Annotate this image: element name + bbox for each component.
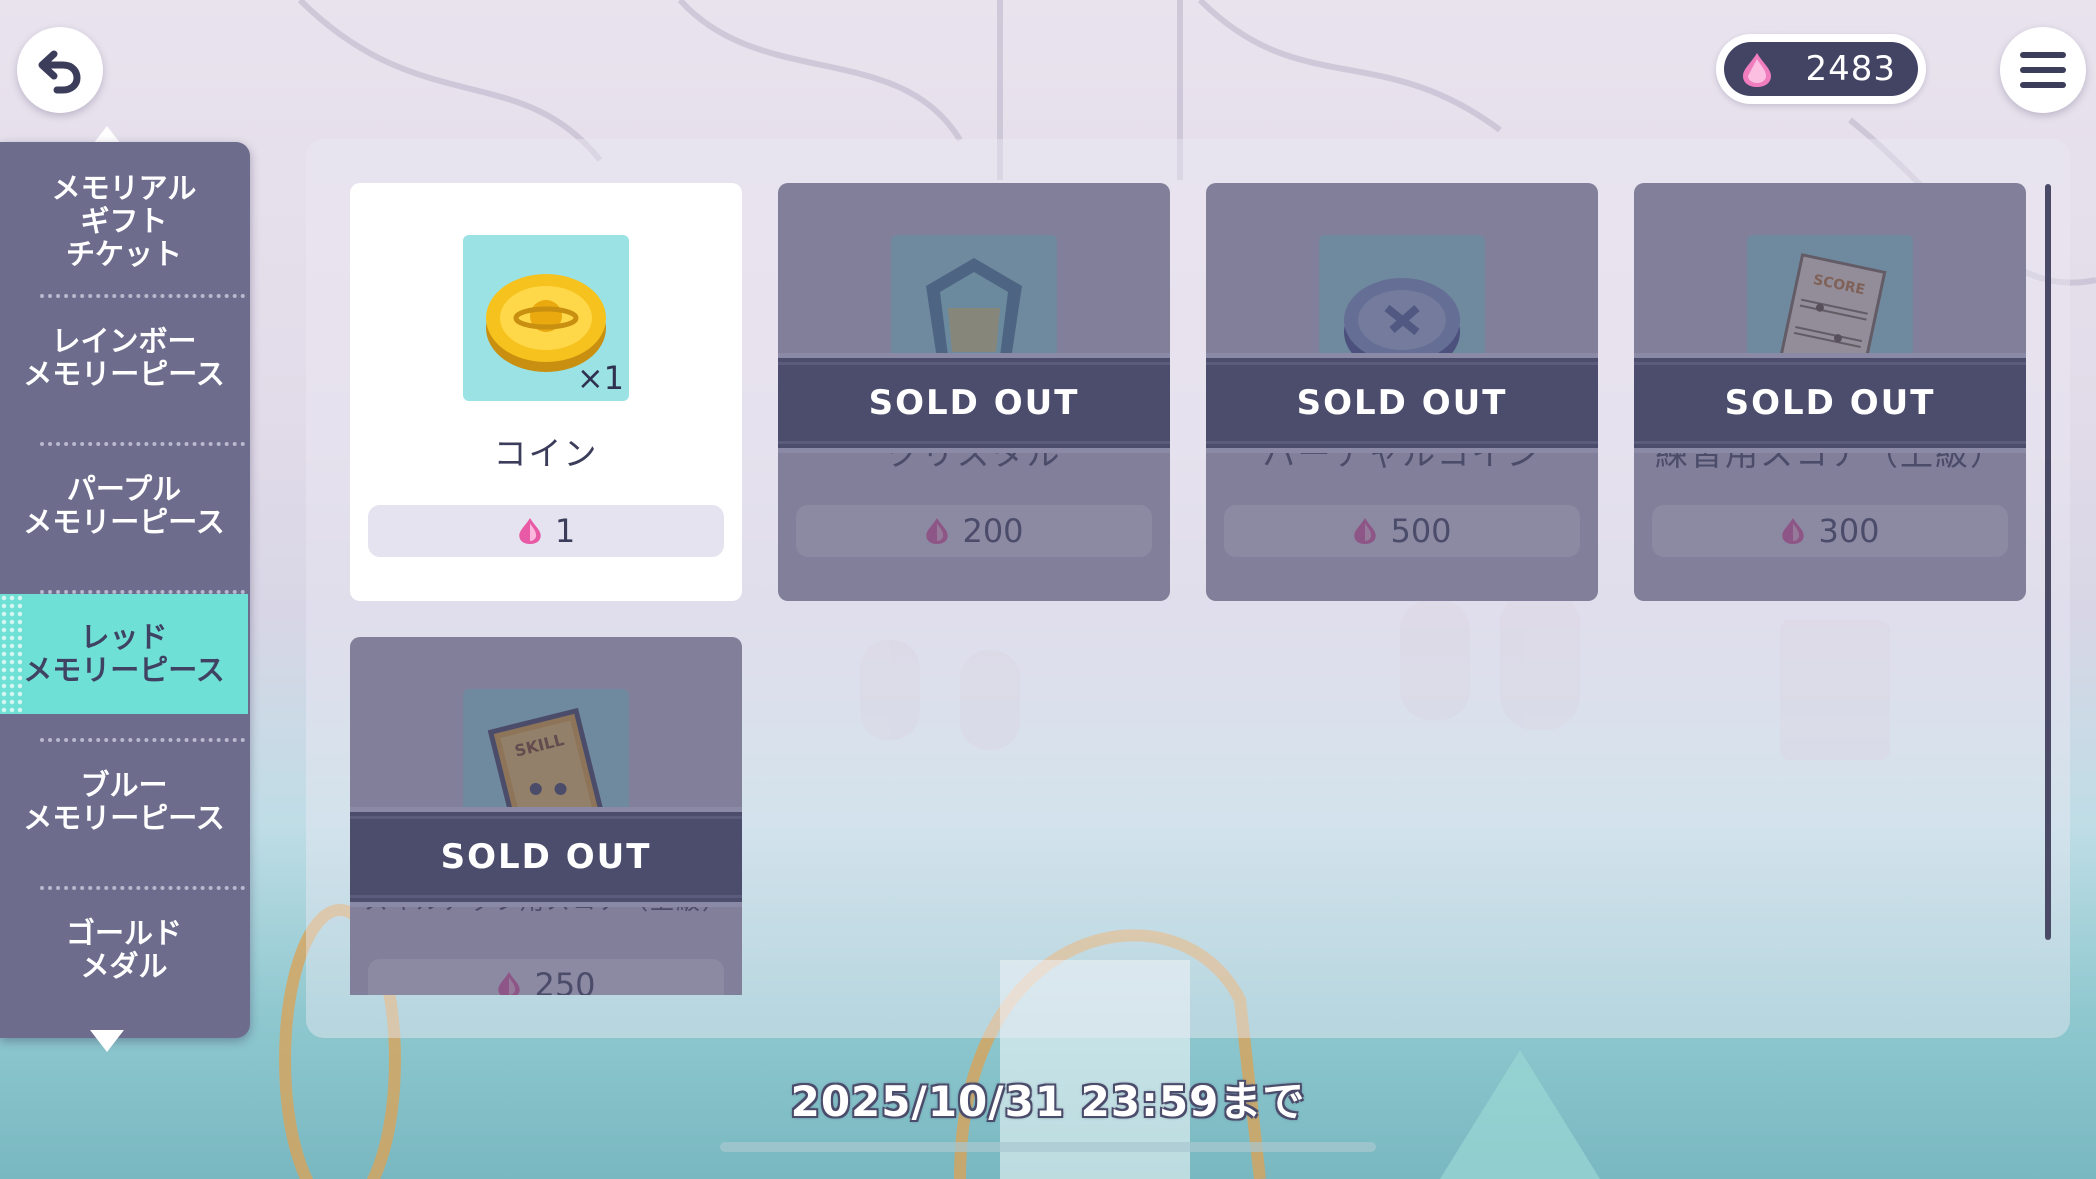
sidebar-item-label: レインボー メモリーピース <box>23 324 225 391</box>
back-button[interactable] <box>17 27 103 113</box>
hamburger-menu-icon <box>2020 52 2066 88</box>
gem-icon <box>1743 53 1771 87</box>
sidebar-item-label: メモリアル ギフト チケット <box>51 170 197 271</box>
home-indicator <box>720 1142 1376 1152</box>
menu-button[interactable] <box>2000 27 2086 113</box>
shop-item-card[interactable]: SCORE×10練習用スコア（上級）300SOLD OUT <box>1634 183 2026 601</box>
sidebar-item-2[interactable]: レインボー メモリーピース <box>0 298 248 418</box>
item-grid: ×1 コイン 1 ×300クリスタル200SOLD OUT×300バーチャルコイン50… <box>350 183 2050 995</box>
sidebar-item-label: レッド メモリーピース <box>23 620 225 687</box>
sold-out-banner: SOLD OUT <box>1634 353 2026 453</box>
shop-item-card[interactable]: ×1 コイン 1 <box>350 183 742 601</box>
back-arrow-icon <box>38 50 81 94</box>
sidebar-item-3[interactable]: パープル メモリーピース <box>0 446 248 566</box>
sold-out-banner: SOLD OUT <box>1206 353 1598 453</box>
sold-out-banner: SOLD OUT <box>778 353 1170 453</box>
item-price: 1 <box>368 505 724 557</box>
category-sidebar: メモリアル ギフト チケットレインボー メモリーピース パープル メモリーピースレ… <box>0 142 250 1038</box>
sidebar-item-label: ゴールド メダル <box>65 916 182 983</box>
item-price-value: 1 <box>554 512 576 550</box>
sale-deadline: 2025/10/31 23:59まで <box>790 1077 1306 1126</box>
grid-scrollbar[interactable] <box>2045 184 2051 940</box>
sidebar-item-6[interactable]: ゴールド メダル <box>0 890 248 1010</box>
item-name: コイン <box>493 434 599 473</box>
item-quantity: ×1 <box>576 359 624 397</box>
sidebar-item-label: ブルー メモリーピース <box>23 768 225 835</box>
shop-item-card[interactable]: ×300クリスタル200SOLD OUT <box>778 183 1170 601</box>
scroll-down-arrow-icon[interactable] <box>90 1030 124 1052</box>
sidebar-item-4[interactable]: レッド メモリーピース <box>0 594 248 714</box>
sidebar-item-1[interactable]: メモリアル ギフト チケット <box>0 156 248 286</box>
sidebar-item-5[interactable]: ブルー メモリーピース <box>0 742 248 862</box>
currency-display: 2483 <box>1716 34 1926 104</box>
sold-out-banner: SOLD OUT <box>350 807 742 907</box>
sidebar-item-label: パープル メモリーピース <box>23 472 225 539</box>
shop-item-card[interactable]: SKILL×1スキルアップ用スコア（上級）250SOLD OUT <box>350 637 742 995</box>
gem-icon <box>517 515 543 547</box>
currency-amount: 2483 <box>1805 49 1896 89</box>
shop-item-card[interactable]: ×300バーチャルコイン500SOLD OUT <box>1206 183 1598 601</box>
